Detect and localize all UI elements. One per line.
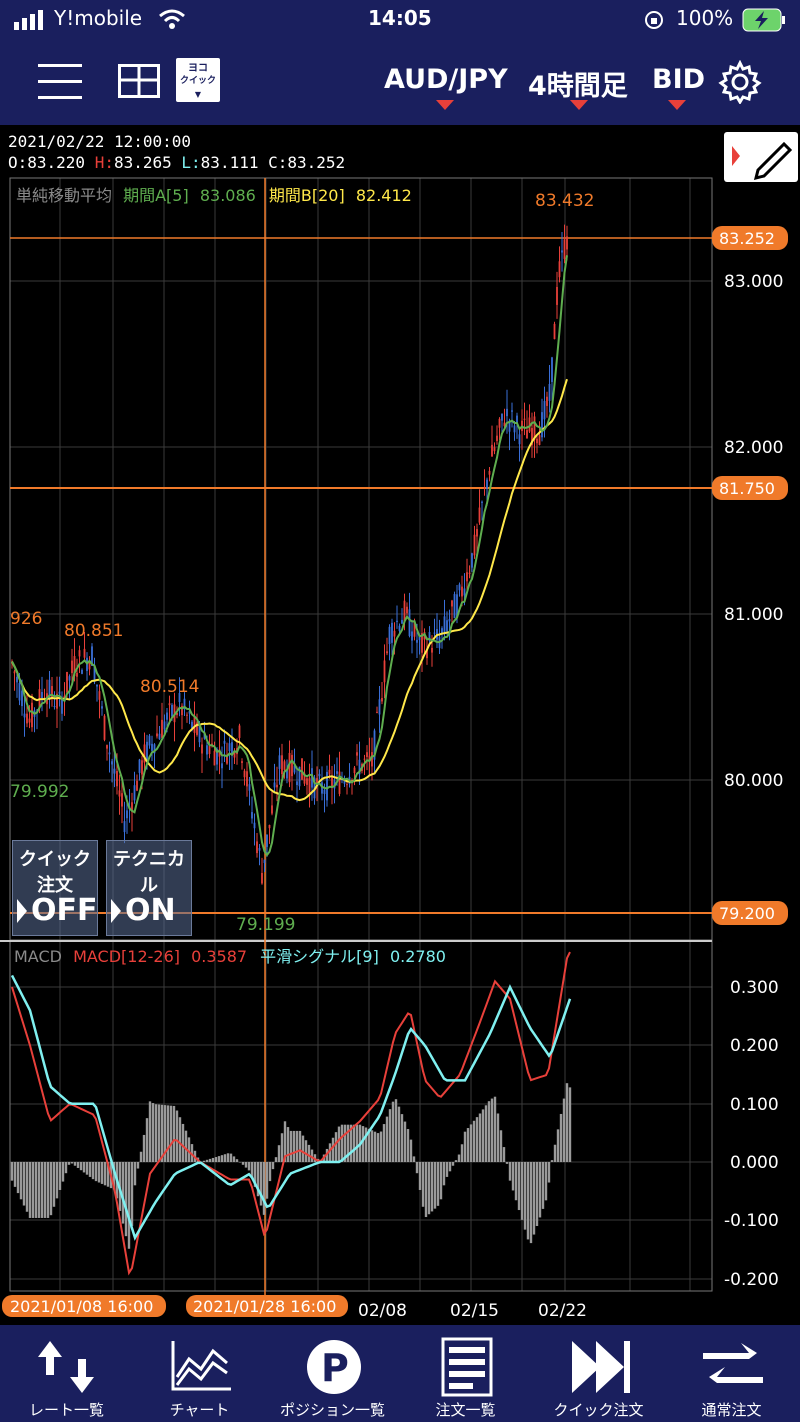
price-axis-82000: 82.000	[724, 438, 783, 458]
svg-text:単純移動平均 期間A[5] 83.086: 単純移動平均 期間A[5] 83.086 期間B[20] 82.412	[16, 186, 412, 205]
technical-title: テクニカル	[113, 849, 185, 896]
annotation-low: 79.199	[236, 915, 295, 935]
swap-arrows-icon	[38, 1341, 94, 1393]
price-marker-79200[interactable]: 79.200	[719, 904, 775, 923]
crosshair-date-1: 2021/01/08 16:00	[10, 1297, 153, 1316]
price-chart[interactable]: 単純移動平均 期間A[5] 83.086 期間B[20] 82.412 MACD…	[0, 0, 800, 1325]
sma-a-value: 83.086	[200, 186, 256, 205]
macd-axis-0300: 0.300	[730, 978, 779, 998]
nav-normal-order[interactable]: 通常注文	[665, 1325, 798, 1422]
chart-icon	[171, 1341, 231, 1391]
sma-b-value: 82.412	[356, 186, 412, 205]
annotation-926: 926	[10, 609, 42, 629]
crosshair-date-2: 2021/01/28 16:00	[193, 1297, 336, 1316]
sma-b-line	[11, 378, 568, 802]
nav-orders[interactable]: 注文一覧	[399, 1325, 532, 1422]
macd-axis-0000: 0.000	[730, 1153, 779, 1173]
technical-toggle[interactable]: テクニカル ON	[106, 840, 192, 936]
quick-order-value: OFF	[31, 893, 98, 928]
sma-b-label: 期間B[20]	[269, 186, 345, 205]
macd-label: MACD[12-26]	[73, 947, 180, 966]
position-p-icon: P	[307, 1340, 361, 1394]
price-axis-83000: 83.000	[724, 272, 783, 292]
svg-text:MACD MACD[12-26] 0.358: MACD MACD[12-26] 0.3587 平滑シグナル[9] 0.2780	[14, 947, 446, 966]
macd-value: 0.3587	[191, 947, 247, 966]
macd-name: MACD	[14, 947, 62, 966]
sma-a-line	[11, 255, 568, 857]
macd-axis-m0200: -0.200	[724, 1270, 779, 1290]
nav-quick-order[interactable]: クイック注文	[532, 1325, 665, 1422]
order-list-icon	[441, 1337, 493, 1397]
quick-order-title: クイック注文	[19, 849, 91, 896]
sma-a-label: 期間A[5]	[123, 186, 189, 205]
annotation-80851: 80.851	[64, 621, 123, 641]
macd-axis-0200: 0.200	[730, 1036, 779, 1056]
annotation-high: 83.432	[535, 191, 594, 211]
quick-order-toggle[interactable]: クイック注文 OFF	[12, 840, 98, 936]
play-icon	[17, 899, 27, 923]
nav-positions[interactable]: P ポジション一覧	[266, 1325, 399, 1422]
macd-axis-0100: 0.100	[730, 1095, 779, 1115]
bottom-nav: レート一覧 チャート P ポジション一覧 注文一覧 クイック注文 通常注文	[0, 1325, 800, 1422]
signal-value: 0.2780	[390, 947, 446, 966]
date-label-0208: 02/08	[358, 1301, 407, 1321]
annotation-79992: 79.992	[10, 782, 69, 802]
annotation-80514: 80.514	[140, 677, 199, 697]
signal-label: 平滑シグナル[9]	[260, 947, 379, 966]
current-price-marker: 83.252	[719, 229, 775, 248]
date-label-0215: 02/15	[450, 1301, 499, 1321]
price-axis-80000: 80.000	[724, 771, 783, 791]
macd-axis-m0100: -0.100	[724, 1211, 779, 1231]
exchange-icon	[703, 1343, 763, 1389]
play-icon	[111, 899, 121, 923]
technical-value: ON	[125, 893, 176, 928]
price-axis-81000: 81.000	[724, 605, 783, 625]
fast-forward-icon	[572, 1341, 630, 1393]
nav-chart[interactable]: チャート	[133, 1325, 266, 1422]
date-label-0222: 02/22	[538, 1301, 587, 1321]
svg-text:P: P	[321, 1346, 349, 1390]
sma-name: 単純移動平均	[16, 186, 112, 205]
nav-rate-list[interactable]: レート一覧	[0, 1325, 133, 1422]
price-marker-81750[interactable]: 81.750	[719, 479, 775, 498]
